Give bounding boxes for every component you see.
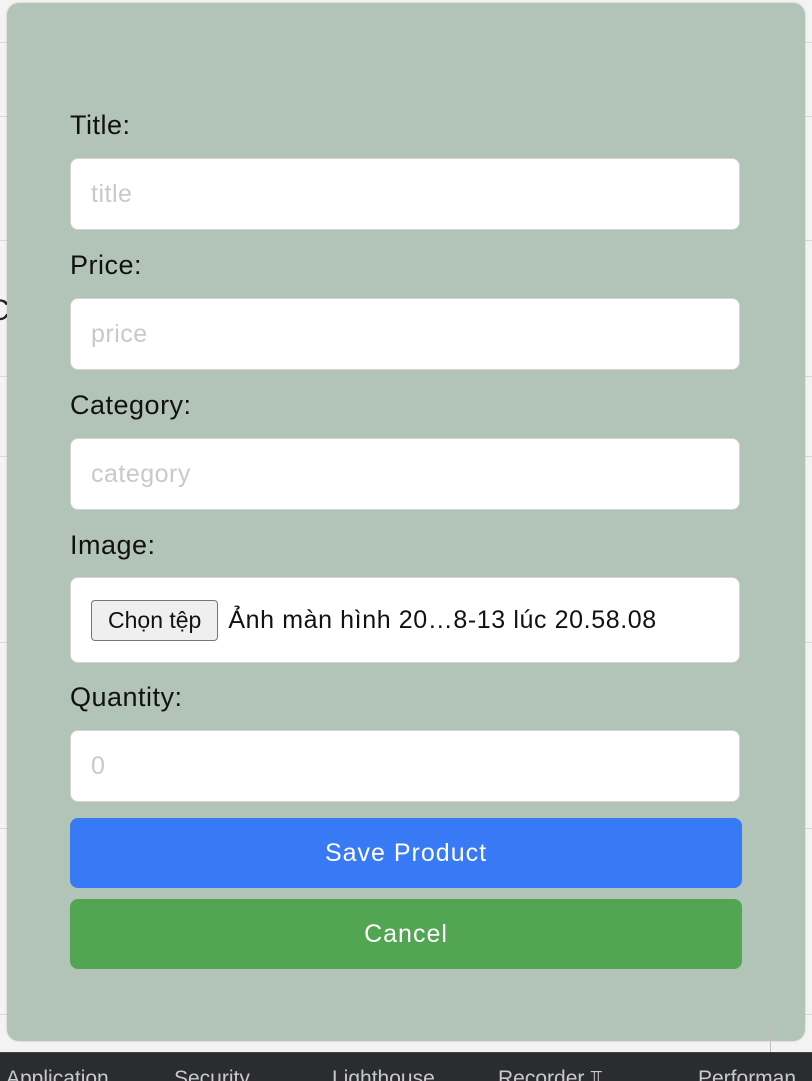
image-file-input[interactable]: Chọn tệp Ảnh màn hình 20…8-13 lúc 20.58.… (70, 577, 740, 663)
title-label: Title: (70, 110, 131, 140)
devtools-resize-divider (770, 1028, 771, 1052)
devtools-tab-application[interactable]: Application (6, 1067, 109, 1081)
devtools-tab-performance[interactable]: Performan (698, 1067, 796, 1081)
selected-file-name: Ảnh màn hình 20…8-13 lúc 20.58.08 (228, 605, 657, 634)
category-label: Category: (70, 390, 192, 420)
quantity-input[interactable] (70, 730, 740, 802)
choose-file-button[interactable]: Chọn tệp (91, 599, 219, 641)
image-label: Image: (70, 530, 156, 560)
price-label: Price: (70, 250, 143, 280)
save-product-button[interactable]: Save Product (70, 818, 742, 888)
add-product-modal: Title: Price: Category: Image: Chọn tệp … (7, 3, 805, 1041)
quantity-label: Quantity: (70, 682, 183, 712)
category-input[interactable] (70, 438, 740, 510)
devtools-tab-lighthouse[interactable]: Lighthouse (332, 1067, 435, 1081)
devtools-tab-security[interactable]: Security (174, 1067, 250, 1081)
title-input[interactable] (70, 158, 740, 230)
price-input[interactable] (70, 298, 740, 370)
devtools-tab-bar: Application Security Lighthouse Recorder… (0, 1052, 812, 1081)
devtools-tab-recorder[interactable]: Recorder ⫪ (498, 1067, 602, 1081)
cancel-button[interactable]: Cancel (70, 899, 742, 969)
